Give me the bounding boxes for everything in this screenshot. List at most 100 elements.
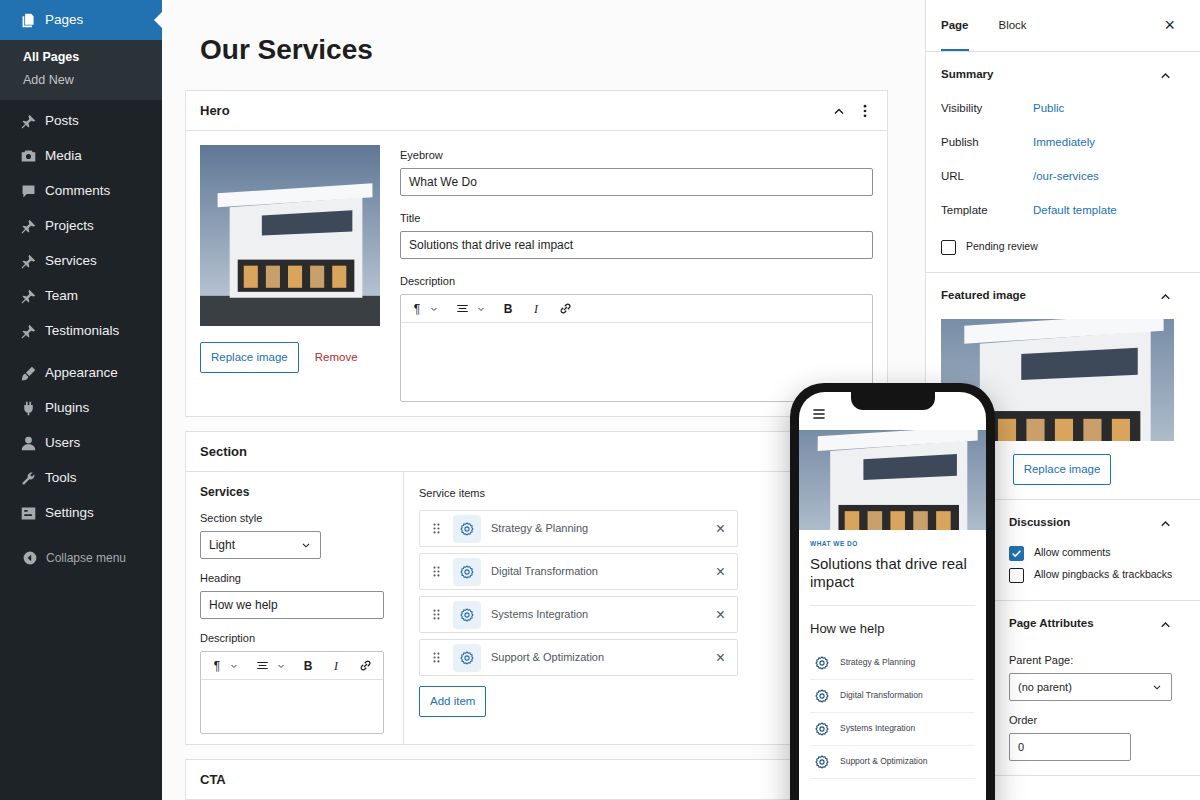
sidebar-item[interactable]: Tools xyxy=(0,461,162,496)
sidebar-label[interactable]: Appearance xyxy=(45,363,118,383)
remove-item-button[interactable]: × xyxy=(716,650,725,666)
discussion-option[interactable]: Allow comments xyxy=(1009,542,1173,564)
sidebar-label[interactable]: Testimonials xyxy=(45,321,119,341)
dropdown-chevron-icon[interactable] xyxy=(476,304,486,314)
page-title[interactable]: Our Services xyxy=(200,33,888,67)
chevron-icon[interactable] xyxy=(1158,289,1173,304)
service-item[interactable]: Strategy & Planning× xyxy=(419,510,738,547)
dropdown-chevron-icon[interactable] xyxy=(276,661,286,671)
sidebar-item[interactable]: Plugins xyxy=(0,391,162,426)
chevron-icon[interactable] xyxy=(831,103,847,119)
align-icon[interactable] xyxy=(255,658,270,673)
checkbox[interactable] xyxy=(1009,568,1024,583)
sidebar-label[interactable]: Media xyxy=(45,146,82,166)
sidebar-item[interactable]: Users xyxy=(0,426,162,461)
text-input[interactable]: How we help xyxy=(200,591,384,619)
summary-value[interactable]: Public xyxy=(1033,100,1064,117)
dropdown-chevron-icon[interactable] xyxy=(229,661,239,671)
panel-section-header[interactable]: Summary xyxy=(941,52,1173,98)
sidebar-item[interactable]: Posts xyxy=(0,104,162,139)
drag-handle-icon[interactable] xyxy=(430,608,443,621)
parent-page-select[interactable]: (no parent) xyxy=(1009,673,1172,701)
phone-service-item: Support & Optimization xyxy=(810,746,975,779)
editor-area[interactable] xyxy=(201,680,383,733)
summary-value[interactable]: Default template xyxy=(1033,202,1117,219)
sidebar-subitem[interactable]: All Pages xyxy=(0,46,162,69)
replace-image-button[interactable]: Replace image xyxy=(200,342,299,373)
replace-image-button[interactable]: Replace image xyxy=(1013,454,1112,485)
drag-handle-icon[interactable] xyxy=(430,651,443,664)
service-item[interactable]: Support & Optimization× xyxy=(419,639,738,676)
sidebar-label[interactable]: Comments xyxy=(45,181,110,201)
link-icon[interactable] xyxy=(558,301,573,316)
dropdown-chevron-icon[interactable] xyxy=(429,304,439,314)
service-item-label: Systems Integration xyxy=(491,606,706,623)
sidebar-item[interactable]: Appearance xyxy=(0,356,162,391)
hamburger-icon[interactable] xyxy=(811,406,827,422)
text-input[interactable]: Solutions that drive real impact xyxy=(400,231,873,259)
sidebar-item[interactable]: Testimonials xyxy=(0,314,162,349)
discussion-option[interactable]: Allow pingbacks & trackbacks xyxy=(1009,564,1173,586)
paragraph-button[interactable]: ¶ xyxy=(411,300,423,318)
sidebar-label[interactable]: Services xyxy=(45,251,97,271)
panel-tab[interactable]: Page xyxy=(941,0,969,51)
editor-area[interactable] xyxy=(401,323,872,401)
gear-icon xyxy=(459,650,475,666)
sidebar-label[interactable]: Projects xyxy=(45,216,94,236)
order-input[interactable]: 0 xyxy=(1009,733,1131,761)
sidebar-label[interactable]: Posts xyxy=(45,111,79,131)
collapse-menu[interactable]: Collapse menu xyxy=(0,531,162,567)
panel-section-header[interactable]: Page Attributes xyxy=(1009,601,1173,647)
remove-item-button[interactable]: × xyxy=(716,607,725,623)
summary-value[interactable]: Immediately xyxy=(1033,134,1095,151)
bold-button[interactable]: B xyxy=(302,657,314,675)
phone-photo xyxy=(799,430,986,530)
sidebar-label[interactable]: Tools xyxy=(45,468,77,488)
service-item[interactable]: Systems Integration × xyxy=(419,596,738,633)
sidebar-item[interactable]: Team xyxy=(0,279,162,314)
sidebar-item[interactable]: Media xyxy=(0,139,162,174)
checkbox[interactable] xyxy=(1009,546,1024,561)
italic-button[interactable]: I xyxy=(330,657,342,675)
bold-button[interactable]: B xyxy=(502,300,514,318)
collapse-label[interactable]: Collapse menu xyxy=(46,549,126,567)
sidebar-label[interactable]: Pages xyxy=(45,10,83,30)
style-select[interactable]: Light xyxy=(200,531,321,559)
summary-value[interactable]: /our-services xyxy=(1033,168,1099,185)
add-item-button[interactable]: Add item xyxy=(419,686,486,717)
drag-handle-icon[interactable] xyxy=(430,522,443,535)
remove-link[interactable]: Remove xyxy=(315,349,358,366)
sidebar-item[interactable]: Projects xyxy=(0,209,162,244)
sidebar-label[interactable]: Team xyxy=(45,286,78,306)
sidebar-label[interactable]: Users xyxy=(45,433,80,453)
phone-service-item: Systems Integration xyxy=(810,713,975,746)
checkbox[interactable] xyxy=(941,240,956,255)
remove-item-button[interactable]: × xyxy=(716,564,725,580)
panel-tab[interactable]: Block xyxy=(999,0,1027,51)
align-icon[interactable] xyxy=(455,301,470,316)
chevron-icon[interactable] xyxy=(1158,617,1173,632)
sidebar-label[interactable]: Settings xyxy=(45,503,94,523)
sidebar-item[interactable]: Comments xyxy=(0,174,162,209)
close-button[interactable]: × xyxy=(1164,0,1185,51)
media-icon xyxy=(20,148,37,165)
panel-section-header[interactable]: Featured image xyxy=(941,273,1173,319)
italic-button[interactable]: I xyxy=(530,300,542,318)
service-item[interactable]: Digital Transformation× xyxy=(419,553,738,590)
chevron-icon[interactable] xyxy=(1158,516,1173,531)
link-icon[interactable] xyxy=(358,658,373,673)
pending-review-option[interactable]: Pending review xyxy=(941,236,1173,258)
chevron-icon[interactable] xyxy=(1158,68,1173,83)
more-icon[interactable] xyxy=(857,103,873,119)
sidebar-subitem[interactable]: Add New xyxy=(0,69,162,92)
sidebar-item[interactable]: Settings xyxy=(0,496,162,531)
paragraph-button[interactable]: ¶ xyxy=(211,657,223,675)
phone-heading: How we help xyxy=(799,606,986,647)
text-input[interactable]: What We Do xyxy=(400,168,873,196)
drag-handle-icon[interactable] xyxy=(430,565,443,578)
sidebar-label[interactable]: Plugins xyxy=(45,398,89,418)
sidebar-item[interactable]: Pages xyxy=(0,0,162,40)
sidebar-item[interactable]: Services xyxy=(0,244,162,279)
panel-section-header[interactable]: Discussion xyxy=(1009,500,1173,546)
remove-item-button[interactable]: × xyxy=(716,521,725,537)
